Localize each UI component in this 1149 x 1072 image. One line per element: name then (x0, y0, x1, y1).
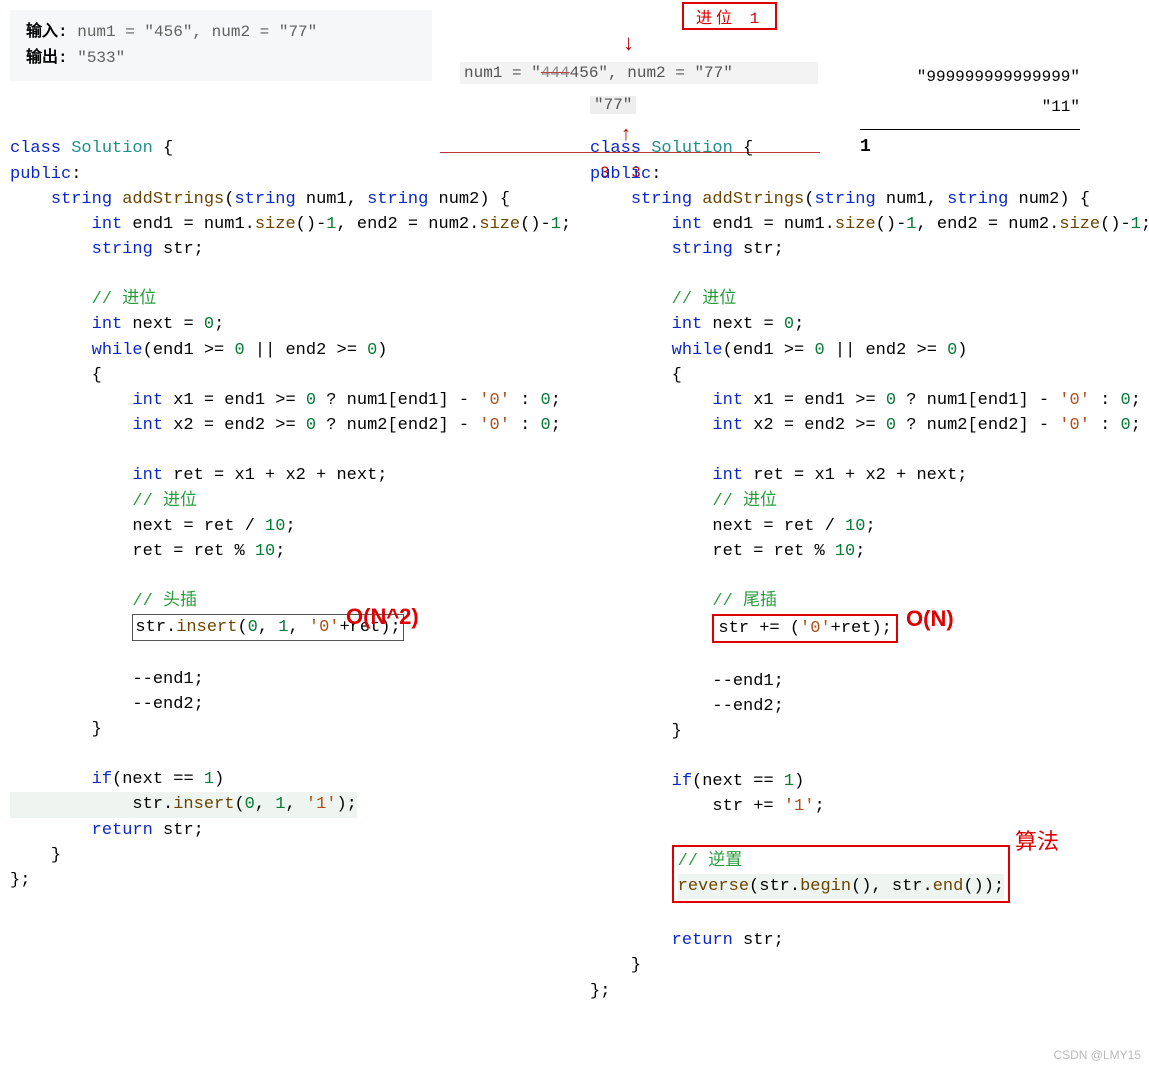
reverse-label: 算法 (1015, 826, 1059, 859)
example-output: 输出: "533" (26, 46, 416, 72)
code-left: class Solution { public: string addStrin… (10, 111, 570, 918)
example-box: 输入: num1 = "456", num2 = "77" 输出: "533" (10, 10, 432, 81)
carry-box: 进位 1 (682, 2, 777, 30)
input-text: num1 = "456", num2 = "77" (68, 23, 318, 41)
append-call-box: str += ('0'+ret); (712, 614, 897, 643)
big-num1: "999999999999999" (860, 62, 1080, 92)
down-arrow-icon: ↓ (622, 32, 635, 57)
reverse-box: // 逆置 reverse(str.begin(), str.end()); (672, 845, 1011, 903)
watermark: CSDN @LMY15 (1053, 1048, 1141, 1062)
example-input: 输入: num1 = "456", num2 = "77" (26, 20, 416, 46)
complexity-annotation-right: O(N) (906, 603, 954, 636)
code-right: class Solution { public: string addStrin… (590, 111, 1149, 1054)
input-label: 输入: (26, 23, 68, 41)
output-label: 输出: (26, 49, 68, 67)
output-text: "533" (68, 49, 126, 67)
complexity-annotation-left: O(N^2) (346, 601, 419, 634)
code-columns: class Solution { public: string addStrin… (10, 111, 1139, 1054)
diagram-num1: num1 = "444456", num2 = "77" (460, 62, 818, 84)
